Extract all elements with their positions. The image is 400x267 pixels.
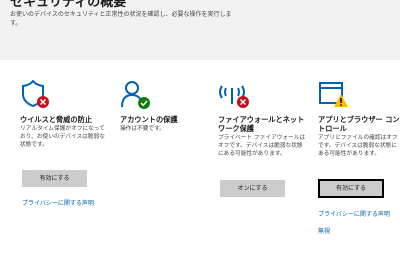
- card-description: プライベート ファイアウォールはオフです。デバイスは脆弱な状態にある可能性があり…: [218, 135, 306, 157]
- page-title: セキュリティの概要: [10, 0, 127, 10]
- enable-virus-protection-button[interactable]: 有効にする: [22, 170, 87, 187]
- card-title: アプリとブラウザー コントロール: [318, 115, 400, 133]
- enable-app-control-button[interactable]: 有効にする: [318, 179, 384, 198]
- card-account-protection[interactable]: アカウントの保護 操作は不要です。: [120, 80, 200, 140]
- network-error-icon: [219, 85, 249, 108]
- enable-firewall-button[interactable]: オンにする: [220, 180, 285, 197]
- page-description: お使いのデバイスのセキュリティと正常性の状況を確認し、必要な操作を実行します。: [10, 11, 232, 27]
- card-title: ファイアウォールとネットワーク保護: [218, 115, 305, 133]
- card-description: アプリとファイルの確認はオフです。デバイスは脆弱な状態にある可能性があります。: [318, 135, 398, 157]
- app-browser-warning-icon: [319, 82, 348, 107]
- card-app-browser-control[interactable]: アプリとブラウザー コントロール アプリとファイルの確認はオフです。デバイスは脆…: [318, 80, 400, 240]
- privacy-statement-link[interactable]: プライバシーに関する声明: [318, 209, 390, 218]
- card-firewall-protection[interactable]: ファイアウォールとネットワーク保護 プライベート ファイアウォールはオフです。デ…: [218, 80, 308, 200]
- account-ok-icon: [121, 81, 150, 109]
- card-description: リアルタイム保護がオフになっており、お使いのデバイスは脆弱な状態です。: [20, 126, 105, 148]
- card-title: アカウントの保護: [120, 115, 178, 124]
- dismiss-link[interactable]: 無視: [318, 226, 330, 235]
- card-virus-protection[interactable]: ウイルスと脅威の防止 リアルタイム保護がオフになっており、お使いのデバイスは脆弱…: [20, 80, 110, 220]
- shield-error-icon: [22, 80, 49, 108]
- card-description: 操作は不要です。: [120, 126, 165, 132]
- header-band: セキュリティの概要 お使いのデバイスのセキュリティと正常性の状況を確認し、必要な…: [0, 0, 400, 60]
- privacy-statement-link[interactable]: プライバシーに関する声明: [22, 198, 94, 207]
- card-title: ウイルスと脅威の防止: [20, 115, 92, 124]
